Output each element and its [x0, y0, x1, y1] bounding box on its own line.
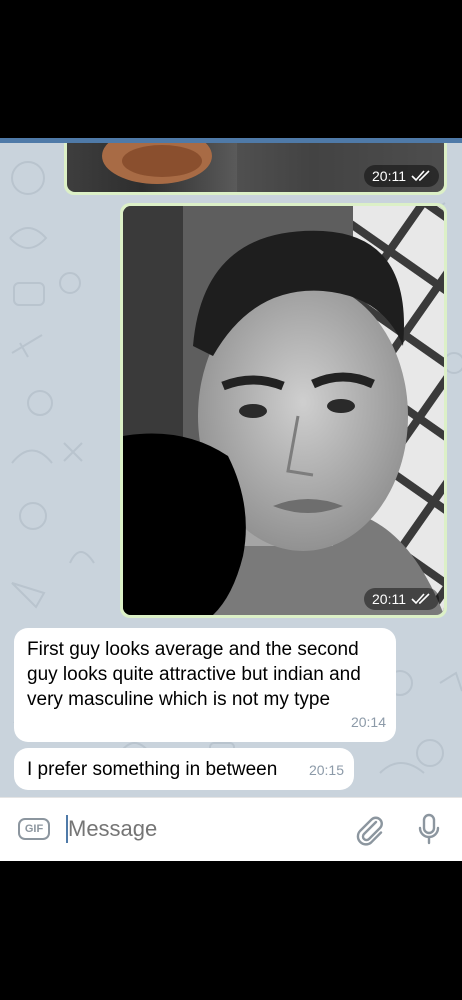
- message-time: 20:11: [372, 591, 406, 607]
- bottom-black-area: [0, 861, 462, 1000]
- message-time: 20:14: [350, 714, 386, 730]
- microphone-icon[interactable]: [414, 812, 444, 846]
- message-text: I prefer something in between: [27, 759, 278, 780]
- image-2-meta: 20:11: [364, 588, 439, 610]
- image-message-2[interactable]: 20:11: [120, 203, 447, 618]
- incoming-message-1[interactable]: First guy looks average and the second g…: [14, 628, 396, 742]
- double-check-icon: [411, 593, 431, 605]
- message-text: First guy looks average and the second g…: [27, 639, 361, 710]
- paperclip-icon[interactable]: [352, 812, 386, 846]
- image-message-1[interactable]: 20:11: [64, 143, 447, 195]
- double-check-icon: [411, 170, 431, 182]
- message-time: 20:11: [372, 168, 406, 184]
- incoming-message-2[interactable]: I prefer something in between 20:15: [14, 748, 354, 790]
- message-input[interactable]: [68, 812, 338, 846]
- photo-2-art: [123, 206, 444, 615]
- gif-button[interactable]: GIF: [18, 818, 50, 840]
- gif-label: GIF: [24, 823, 44, 835]
- image-1-meta: 20:11: [364, 165, 439, 187]
- top-black-area: [0, 0, 462, 138]
- chat-area[interactable]: 20:11 20:11 First guy looks average and …: [0, 143, 462, 797]
- message-composer: GIF: [0, 797, 462, 861]
- message-time: 20:15: [308, 762, 344, 778]
- photo-2: [123, 206, 444, 615]
